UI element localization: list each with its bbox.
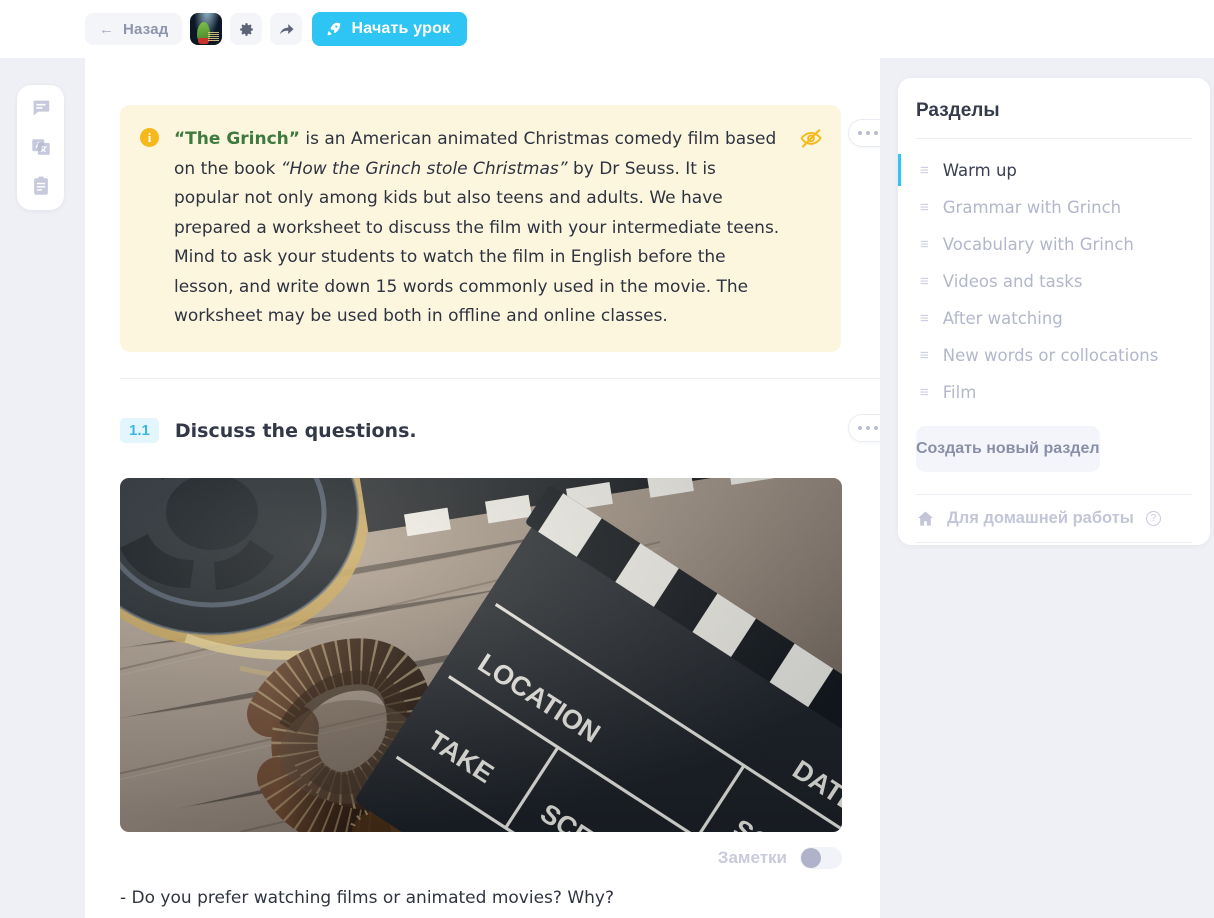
section-label: Grammar with Grinch bbox=[942, 198, 1122, 217]
create-section-button[interactable]: Создать новый раздел bbox=[916, 426, 1100, 472]
sections-panel: Разделы ≡ Warm up ≡ Grammar with Grinch … bbox=[898, 78, 1210, 545]
notes-toggle-row: Заметки bbox=[718, 847, 842, 869]
info-icon: i bbox=[140, 128, 159, 147]
eye-off-icon[interactable] bbox=[799, 126, 823, 150]
sidebar-item-grammar-with-grinch[interactable]: ≡ Grammar with Grinch bbox=[898, 189, 1210, 226]
lesson-thumbnail[interactable] bbox=[190, 13, 223, 45]
task-header: 1.1 Discuss the questions. bbox=[120, 418, 417, 443]
drag-handle-icon[interactable]: ≡ bbox=[920, 200, 929, 215]
sidebar-item-film[interactable]: ≡ Film bbox=[898, 374, 1210, 411]
gear-icon bbox=[240, 22, 253, 36]
info-callout-text: “The Grinch” is an American animated Chr… bbox=[174, 125, 781, 332]
drag-handle-icon[interactable]: ≡ bbox=[920, 311, 929, 326]
start-lesson-label: Начать урок bbox=[351, 20, 451, 37]
chat-bubble-icon bbox=[33, 100, 49, 116]
translate-icon bbox=[31, 139, 50, 155]
lesson-content-sheet: i “The Grinch” is an American animated C… bbox=[85, 58, 880, 918]
drag-handle-icon[interactable]: ≡ bbox=[920, 385, 929, 400]
drag-handle-icon[interactable]: ≡ bbox=[920, 348, 929, 363]
sidebar-item-after-watching[interactable]: ≡ After watching bbox=[898, 300, 1210, 337]
sidebar-item-videos-and-tasks[interactable]: ≡ Videos and tasks bbox=[898, 263, 1210, 300]
sections-panel-title: Разделы bbox=[916, 100, 1000, 121]
dot bbox=[874, 426, 878, 430]
back-button[interactable]: ← Назад bbox=[85, 13, 183, 45]
task-number-badge: 1.1 bbox=[120, 418, 159, 443]
left-tool-rail bbox=[17, 85, 64, 210]
drag-handle-icon[interactable]: ≡ bbox=[920, 237, 929, 252]
section-label: After watching bbox=[942, 309, 1063, 328]
homework-label: Для домашней работы bbox=[947, 509, 1134, 527]
rocket-icon bbox=[328, 22, 341, 35]
question-mark-icon[interactable]: ? bbox=[1145, 511, 1161, 526]
section-label: Videos and tasks bbox=[942, 272, 1083, 291]
drag-handle-icon[interactable]: ≡ bbox=[920, 163, 929, 178]
section-label: Vocabulary with Grinch bbox=[942, 235, 1134, 254]
notes-toggle[interactable] bbox=[800, 847, 842, 869]
info-highlight: “The Grinch” bbox=[174, 129, 300, 149]
app-header: ← Назад Начать урок bbox=[0, 0, 1214, 58]
share-button[interactable] bbox=[270, 13, 303, 45]
section-label: Film bbox=[942, 383, 977, 402]
dot bbox=[858, 426, 862, 430]
info-segment-2: by Dr Seuss. It is popular not only amon… bbox=[174, 158, 780, 327]
dot bbox=[866, 426, 870, 430]
panel-divider bbox=[916, 542, 1192, 543]
start-lesson-button[interactable]: Начать урок bbox=[312, 12, 468, 46]
drag-handle-icon[interactable]: ≡ bbox=[920, 274, 929, 289]
notes-tool-button[interactable] bbox=[29, 174, 53, 198]
homework-row[interactable]: Для домашней работы ? bbox=[898, 495, 1210, 542]
section-label: Warm up bbox=[942, 161, 1017, 180]
thumbnail-poster-text bbox=[208, 32, 220, 41]
home-icon bbox=[918, 511, 933, 526]
task-title: Discuss the questions. bbox=[174, 419, 417, 442]
notes-label: Заметки bbox=[717, 848, 787, 867]
dot bbox=[874, 131, 878, 135]
question-text: - Do you prefer watching films or animat… bbox=[120, 888, 614, 908]
comments-tool-button[interactable] bbox=[29, 96, 53, 120]
back-button-label: Назад bbox=[123, 20, 169, 38]
share-arrow-icon bbox=[280, 24, 294, 35]
translate-tool-button[interactable] bbox=[29, 135, 53, 159]
settings-button[interactable] bbox=[230, 13, 263, 45]
info-more-options-button[interactable] bbox=[848, 119, 880, 147]
task-image[interactable]: LOCATION SOUND DATE TAKE SCENE ROLL DATE bbox=[120, 478, 842, 832]
dot bbox=[866, 131, 870, 135]
toggle-knob bbox=[801, 848, 821, 868]
clipboard-icon bbox=[33, 176, 48, 195]
sidebar-item-vocabulary-with-grinch[interactable]: ≡ Vocabulary with Grinch bbox=[898, 226, 1210, 263]
task-more-options-button[interactable] bbox=[848, 414, 880, 442]
section-divider bbox=[120, 378, 880, 379]
info-book-title: “How the Grinch stole Christmas” bbox=[280, 158, 568, 179]
sidebar-item-warm-up[interactable]: ≡ Warm up bbox=[898, 152, 1210, 189]
info-callout: i “The Grinch” is an American animated C… bbox=[120, 105, 841, 352]
section-label: New words or collocations bbox=[942, 346, 1159, 365]
sections-list: ≡ Warm up ≡ Grammar with Grinch ≡ Vocabu… bbox=[898, 139, 1210, 417]
sidebar-item-new-words-or-collocations[interactable]: ≡ New words or collocations bbox=[898, 337, 1210, 374]
dot bbox=[858, 131, 862, 135]
arrow-left-icon: ← bbox=[99, 20, 114, 38]
